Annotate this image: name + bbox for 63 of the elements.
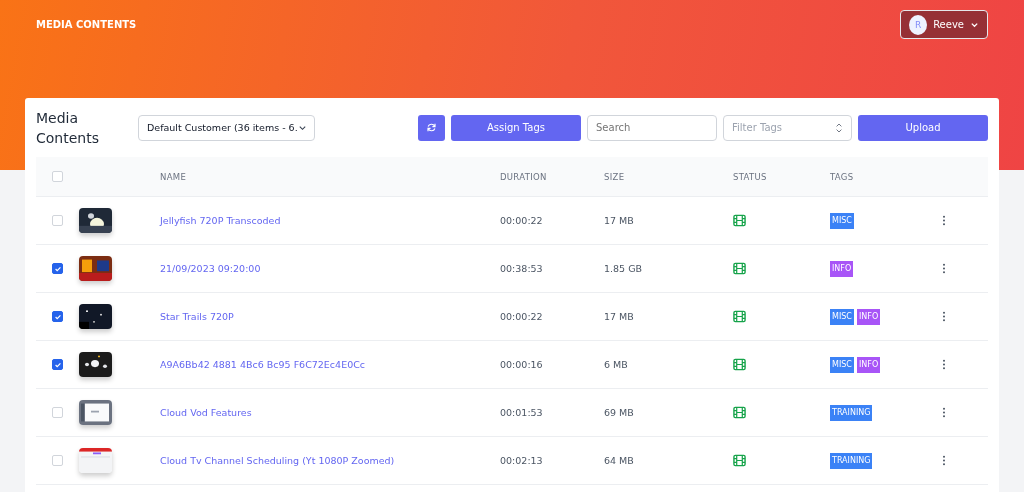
checkmark-icon xyxy=(53,312,62,321)
customer-select[interactable]: Default Customer (36 items - 6. xyxy=(138,114,315,141)
tag-badge: MISC xyxy=(830,308,854,325)
duration-cell-text: 00:02:13 xyxy=(500,455,544,466)
tag-badge: INFO xyxy=(830,260,854,277)
film-icon xyxy=(733,310,746,323)
tag-badge: MISC xyxy=(830,356,854,373)
tag-badge: TRAINING xyxy=(830,452,873,469)
media-name-link[interactable]: Star Trails 720P xyxy=(160,311,500,322)
media-name-link[interactable]: A9A6Bb42 4881 4Bc6 Bc95 F6C72Ec4E0Cc xyxy=(160,359,500,370)
filter-tags-select[interactable]: Filter Tags xyxy=(723,114,852,141)
media-name-link[interactable]: Cloud Vod Features xyxy=(160,407,500,418)
checkmark-icon xyxy=(53,264,62,273)
sort-arrows-icon xyxy=(835,122,843,133)
section-title: Media Contents xyxy=(36,108,100,148)
size-cell-text: 17 MB xyxy=(604,215,635,226)
column-header: SIZE xyxy=(604,171,626,182)
more-options-icon[interactable] xyxy=(942,455,946,466)
chevron-down-icon xyxy=(297,123,307,132)
more-options-icon[interactable] xyxy=(942,263,946,274)
duration-cell-text: 00:00:22 xyxy=(500,311,544,322)
checkbox[interactable] xyxy=(52,311,63,322)
duration-cell-text: 00:01:53 xyxy=(500,407,544,418)
media-name-link[interactable]: Jellyfish 720P Transcoded xyxy=(160,215,500,226)
duration-cell-text: 00:00:22 xyxy=(500,215,544,226)
user-avatar: R xyxy=(909,14,928,35)
size-cell-text: 6 MB xyxy=(604,359,629,370)
media-name-link[interactable]: Cloud Tv Channel Scheduling (Yt 1080P Zoomed) xyxy=(160,455,500,466)
film-icon xyxy=(733,406,746,419)
search-field[interactable]: Search xyxy=(587,114,717,141)
more-options-icon[interactable] xyxy=(942,215,946,226)
duration-cell-text: 00:00:16 xyxy=(500,359,544,370)
tag-badge: INFO xyxy=(856,308,881,325)
assign-tags-button[interactable]: Assign Tags xyxy=(451,114,581,141)
more-options-icon[interactable] xyxy=(942,359,946,370)
size-cell-text: 17 MB xyxy=(604,311,635,322)
checkmark-icon xyxy=(53,360,62,369)
film-icon xyxy=(733,358,746,371)
refresh-button[interactable] xyxy=(418,114,445,141)
size-cell-text: 69 MB xyxy=(604,407,635,418)
refresh-icon xyxy=(426,122,437,133)
tag-badge: MISC xyxy=(830,212,854,229)
size-cell-text: 1.85 GB xyxy=(604,263,644,274)
film-icon xyxy=(733,262,746,275)
checkbox[interactable] xyxy=(52,359,63,370)
tag-badge: INFO xyxy=(856,356,881,373)
column-header: DURATION xyxy=(500,171,548,182)
more-options-icon[interactable] xyxy=(942,407,946,418)
column-header: NAME xyxy=(160,171,188,182)
media-name-link[interactable]: 21/09/2023 09:20:00 xyxy=(160,263,500,274)
column-header: TAGS xyxy=(830,171,855,182)
film-icon xyxy=(733,454,746,467)
user-menu-button[interactable]: R Reeve xyxy=(900,10,988,39)
page-title: MEDIA CONTENTS xyxy=(36,19,137,30)
duration-cell-text: 00:38:53 xyxy=(500,263,544,274)
tag-badge: TRAINING xyxy=(830,404,873,421)
chevron-down-icon xyxy=(970,20,979,29)
more-options-icon[interactable] xyxy=(942,311,946,322)
upload-button[interactable]: Upload xyxy=(858,114,988,141)
film-icon xyxy=(733,214,746,227)
checkbox[interactable] xyxy=(52,263,63,274)
column-header: STATUS xyxy=(733,171,768,182)
size-cell-text: 64 MB xyxy=(604,455,635,466)
